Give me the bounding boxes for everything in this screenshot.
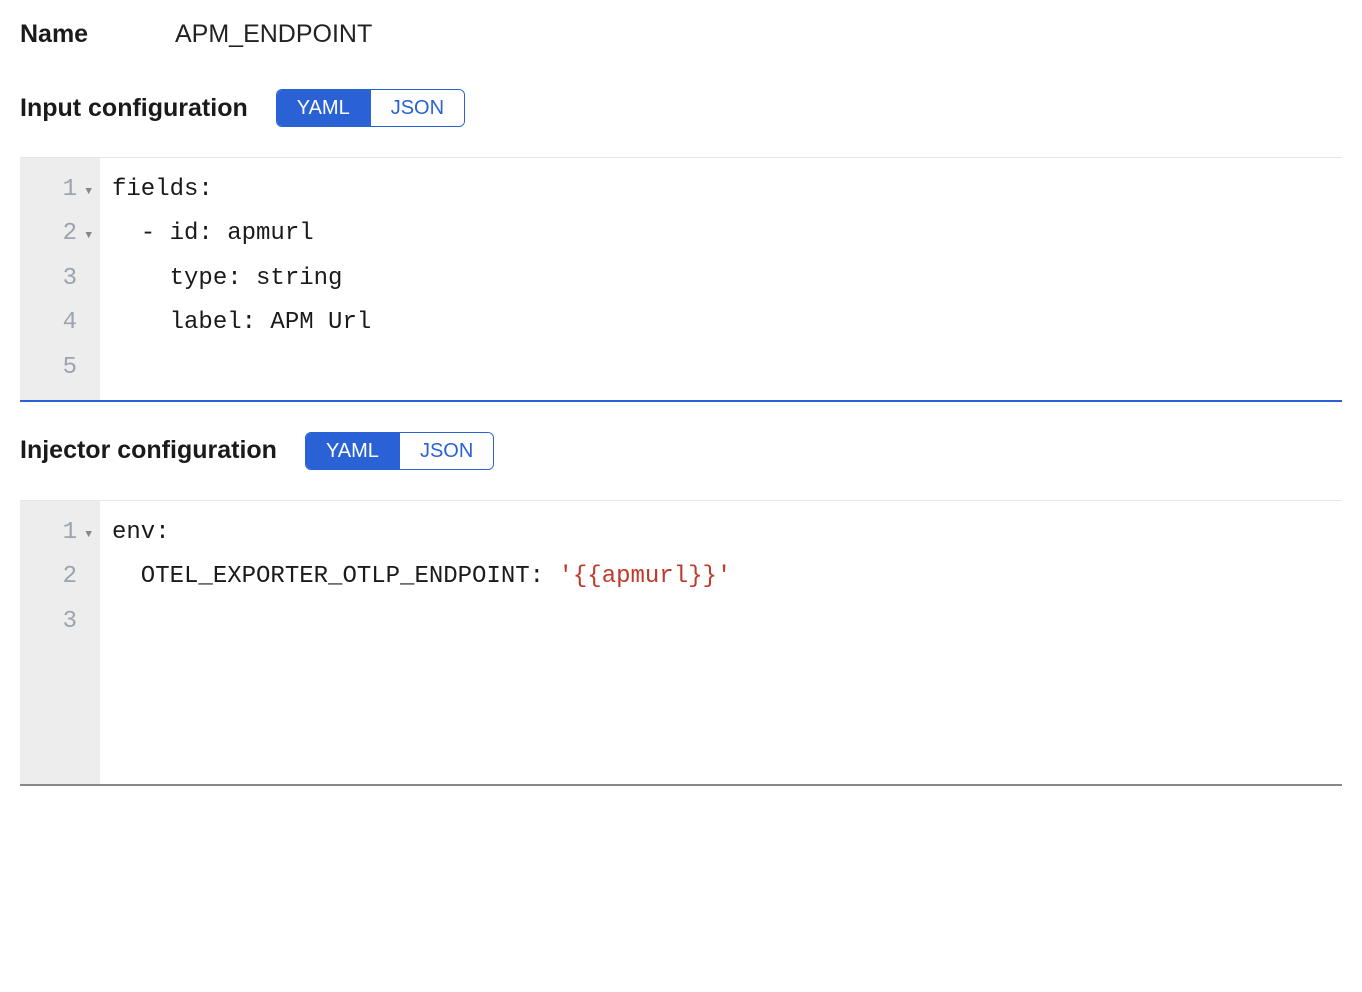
code-line <box>112 346 1330 390</box>
gutter-line: 4 <box>34 301 92 345</box>
input-config-json-button[interactable]: JSON <box>371 90 464 126</box>
input-config-title: Input configuration <box>20 94 248 123</box>
gutter-line: 3 <box>34 600 92 644</box>
injector-config-yaml-button[interactable]: YAML <box>306 433 400 469</box>
code-line: label: APM Url <box>112 301 1330 345</box>
name-label: Name <box>20 20 175 49</box>
input-config-header: Input configuration YAML JSON <box>20 89 1342 127</box>
injector-config-header: Injector configuration YAML JSON <box>20 432 1342 470</box>
input-config-toggle: YAML JSON <box>276 89 465 127</box>
name-row: Name APM_ENDPOINT <box>20 20 1342 49</box>
gutter-line: 2▼ <box>34 212 92 256</box>
code-line: fields: <box>112 168 1330 212</box>
code-line: - id: apmurl <box>112 212 1330 256</box>
code-line: env: <box>112 511 1330 555</box>
fold-icon[interactable]: ▼ <box>82 525 92 545</box>
injector-config-editor[interactable]: 1▼23 env: OTEL_EXPORTER_OTLP_ENDPOINT: '… <box>20 500 1342 786</box>
input-config-gutter: 1▼2▼345 <box>20 158 100 400</box>
injector-config-toggle: YAML JSON <box>305 432 494 470</box>
injector-config-code[interactable]: env: OTEL_EXPORTER_OTLP_ENDPOINT: '{{apm… <box>100 501 1342 784</box>
gutter-line: 1▼ <box>34 511 92 555</box>
gutter-line: 1▼ <box>34 168 92 212</box>
fold-icon[interactable]: ▼ <box>82 226 92 246</box>
fold-icon[interactable]: ▼ <box>82 182 92 202</box>
gutter-line: 5 <box>34 346 92 390</box>
code-line <box>112 600 1330 644</box>
gutter-line: 2 <box>34 555 92 599</box>
code-line: type: string <box>112 257 1330 301</box>
input-config-editor[interactable]: 1▼2▼345 fields: - id: apmurl type: strin… <box>20 157 1342 402</box>
injector-config-title: Injector configuration <box>20 436 277 465</box>
name-value: APM_ENDPOINT <box>175 20 372 49</box>
input-config-code[interactable]: fields: - id: apmurl type: string label:… <box>100 158 1342 400</box>
input-config-yaml-button[interactable]: YAML <box>277 90 371 126</box>
injector-config-json-button[interactable]: JSON <box>400 433 493 469</box>
gutter-line: 3 <box>34 257 92 301</box>
code-line: OTEL_EXPORTER_OTLP_ENDPOINT: '{{apmurl}}… <box>112 555 1330 599</box>
injector-config-gutter: 1▼23 <box>20 501 100 784</box>
